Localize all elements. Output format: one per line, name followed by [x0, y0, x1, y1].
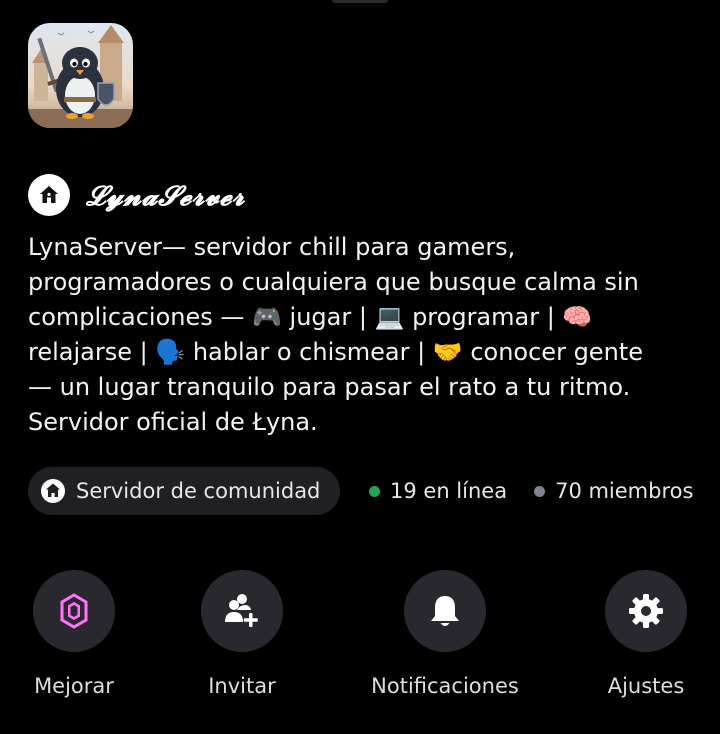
top-handle	[332, 0, 388, 3]
member-count: 70 miembros	[534, 479, 693, 503]
penguin-knight-image	[28, 23, 133, 128]
boost-gem-icon	[60, 593, 88, 629]
settings-label: Ajustes	[607, 674, 685, 698]
settings-button[interactable]: Ajustes	[571, 570, 720, 698]
server-avatar[interactable]	[28, 23, 133, 128]
members-label: 70 miembros	[555, 479, 694, 503]
server-name: 𝓛𝔂𝓷𝓪𝓢𝓮𝓻𝓿𝓮𝓻	[86, 181, 245, 212]
gear-icon	[629, 594, 663, 628]
home-icon	[40, 478, 66, 504]
boost-circle[interactable]	[33, 570, 115, 652]
boost-button[interactable]: Mejorar	[0, 570, 149, 698]
boost-label: Mejorar	[34, 674, 114, 698]
invite-button[interactable]: Invitar	[167, 570, 317, 698]
server-description: LynaServer— servidor chill para gamers, …	[28, 233, 643, 436]
online-label: 19 en línea	[390, 479, 508, 503]
bell-icon	[431, 596, 459, 626]
community-badge[interactable]: Servidor de comunidad	[28, 467, 340, 515]
settings-circle[interactable]	[605, 570, 687, 652]
home-icon	[28, 174, 70, 216]
server-actions: Mejorar Invitar Notificaciones Ajustes	[0, 570, 720, 710]
online-dot	[369, 485, 380, 497]
notifications-circle[interactable]	[404, 570, 486, 652]
invite-label: Invitar	[208, 674, 276, 698]
server-info-row: Servidor de comunidad 19 en línea 70 mie…	[28, 467, 693, 515]
online-count: 19 en línea	[369, 479, 507, 503]
notifications-label: Notificaciones	[371, 674, 519, 698]
notifications-button[interactable]: Notificaciones	[370, 570, 520, 698]
add-user-icon	[225, 594, 258, 627]
server-name-row: 𝓛𝔂𝓷𝓪𝓢𝓮𝓻𝓿𝓮𝓻	[28, 174, 245, 216]
invite-circle[interactable]	[201, 570, 283, 652]
members-dot	[534, 485, 546, 497]
community-label: Servidor de comunidad	[76, 479, 321, 503]
